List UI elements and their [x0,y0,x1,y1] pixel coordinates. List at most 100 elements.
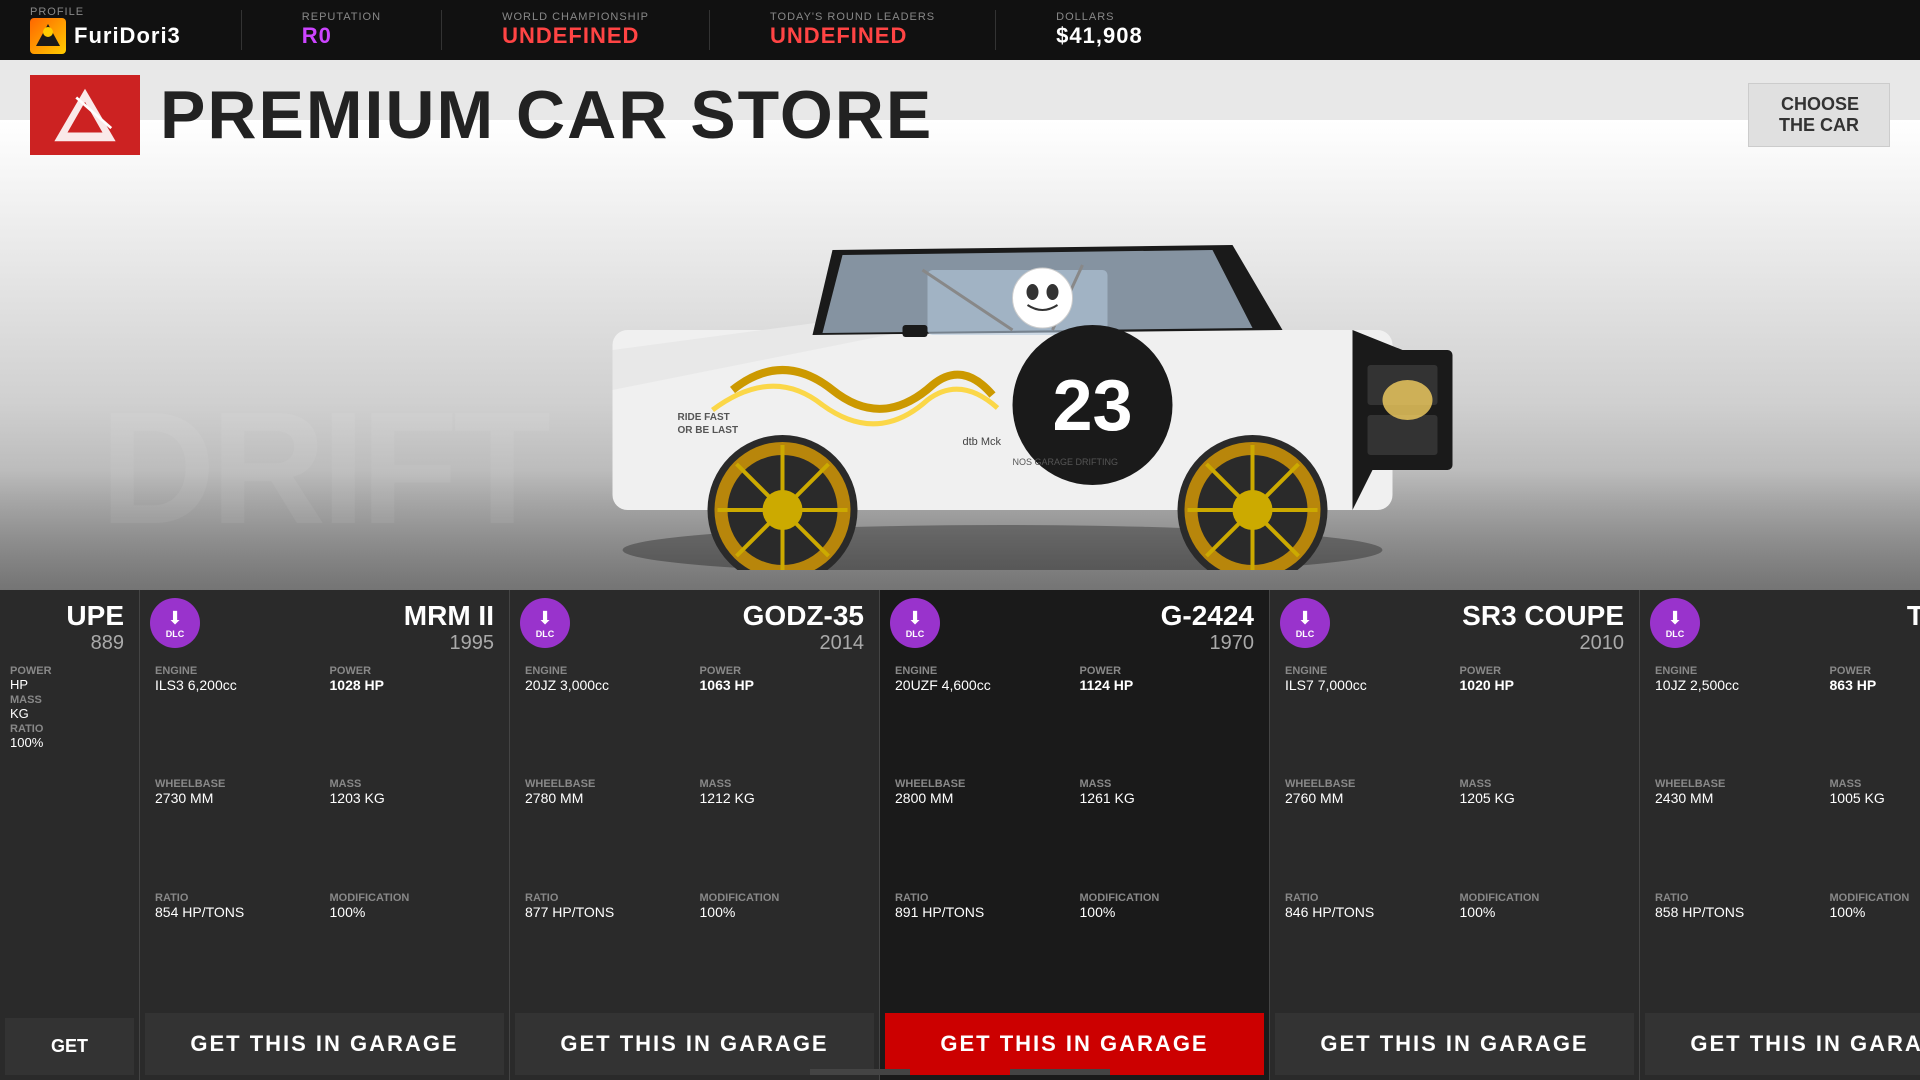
car-name-1: GODZ-35 [743,600,864,632]
partial-left-get-button[interactable]: GET [5,1018,134,1075]
car-year-0: 1995 [450,632,495,655]
engine-stat-1: ENGINE 20JZ 3,000cc [525,665,690,776]
main-area: PREMIUM CAR STORE CHOOSE THE CAR DRIFT [0,60,1920,1080]
store-header: PREMIUM CAR STORE CHOOSE THE CAR [30,75,1890,155]
car-name-0: MRM II [404,600,494,632]
mod-stat-3: MODIFICATION 100% [1460,892,1625,1003]
svg-text:23: 23 [1052,366,1132,446]
car-stats-1: ENGINE 20JZ 3,000cc POWER 1063 HP WHEELB… [510,660,879,1008]
scroll-indicator[interactable] [810,1069,1110,1075]
car-card-4[interactable]: ⬇ DLC TWX-7 1986 ENGINE 10JZ 2,500cc POW… [1640,590,1920,1080]
store-logo [30,75,140,155]
scroll-thumb [910,1069,1010,1075]
power-stat-3: POWER 1020 HP [1460,665,1625,776]
get-button-4[interactable]: GET THIS IN GARAGE [1645,1013,1920,1075]
car-card-1[interactable]: ⬇ DLC GODZ-35 2014 ENGINE 20JZ 3,000cc P… [510,590,880,1080]
dlc-badge-3: ⬇ DLC [1280,598,1330,648]
car-name-3: SR3 COUPE [1462,600,1624,632]
dlc-badge-0: ⬇ DLC [150,598,200,648]
reputation-value: R0 [302,23,332,49]
get-button-3[interactable]: GET THIS IN GARAGE [1275,1013,1634,1075]
partial-left-card: UPE 889 POWER HP MASS KG RATIO 100% GET [0,590,140,1080]
divider4 [995,10,996,50]
power-stat-4: POWER 863 HP [1830,665,1920,776]
profile-section: PROFILE FuriDori3 [30,6,181,54]
choose-line2: THE CAR [1779,115,1859,136]
choose-car-button[interactable]: CHOOSE THE CAR [1748,83,1890,147]
wheelbase-stat-2: WHEELBASE 2800 MM [895,778,1070,889]
mass-stat-1: MASS 1212 KG [700,778,865,889]
cars-strip: UPE 889 POWER HP MASS KG RATIO 100% GET [0,590,1920,1080]
car-stats-2: ENGINE 20UZF 4,600cc POWER 1124 HP WHEEL… [880,660,1269,1008]
mod-stat-0: MODIFICATION 100% [330,892,495,1003]
dollars-section: DOLLARS $41,908 [1056,11,1143,49]
championship-section: WORLD CHAMPIONSHIP UNDEFINED [502,11,649,49]
car-year-1: 2014 [820,632,865,655]
dollars-value: $41,908 [1056,23,1143,49]
car-stats-3: ENGINE ILS7 7,000cc POWER 1020 HP WHEELB… [1270,660,1639,1008]
ratio-stat-2: RATIO 891 HP/TONS [895,892,1070,1003]
mass-stat-2: MASS 1261 KG [1080,778,1255,889]
leaders-value: UNDEFINED [770,23,907,49]
car-display: DRIFT 23 [0,120,1920,590]
car-year-2: 1970 [1210,632,1255,655]
profile-label: PROFILE [30,6,84,18]
get-button-0[interactable]: GET THIS IN GARAGE [145,1013,504,1075]
dlc-badge-4: ⬇ DLC [1650,598,1700,648]
wheelbase-stat-1: WHEELBASE 2780 MM [525,778,690,889]
engine-stat-0: ENGINE ILS3 6,200cc [155,665,320,776]
dlc-badge-2: ⬇ DLC [890,598,940,648]
mass-stat-0: MASS 1203 KG [330,778,495,889]
divider2 [441,10,442,50]
engine-stat-3: ENGINE ILS7 7,000cc [1285,665,1450,776]
dlc-badge-1: ⬇ DLC [520,598,570,648]
mod-stat-1: MODIFICATION 100% [700,892,865,1003]
power-stat-1: POWER 1063 HP [700,665,865,776]
engine-stat-4: ENGINE 10JZ 2,500cc [1655,665,1820,776]
car-year-3: 2010 [1580,632,1625,655]
championship-value: UNDEFINED [502,23,639,49]
car-card-0[interactable]: ⬇ DLC MRM II 1995 ENGINE ILS3 6,200cc PO… [140,590,510,1080]
profile-value: FuriDori3 [74,23,181,49]
car-stats-4: ENGINE 10JZ 2,500cc POWER 863 HP WHEELBA… [1640,660,1920,1008]
leaders-label: TODAY'S ROUND LEADERS [770,11,935,23]
get-button-1[interactable]: GET THIS IN GARAGE [515,1013,874,1075]
championship-label: WORLD CHAMPIONSHIP [502,11,649,23]
partial-left-name: UPE [66,600,124,632]
wheelbase-stat-4: WHEELBASE 2430 MM [1655,778,1820,889]
choose-line1: CHOOSE [1779,94,1859,115]
ratio-stat-0: RATIO 854 HP/TONS [155,892,320,1003]
car-name-2: G-2424 [1161,600,1254,632]
reputation-section: REPUTATION R0 [302,11,381,49]
wheelbase-stat-3: WHEELBASE 2760 MM [1285,778,1450,889]
store-title: PREMIUM CAR STORE [160,76,933,154]
car-cards-container: ⬇ DLC MRM II 1995 ENGINE ILS3 6,200cc PO… [140,590,1920,1080]
car-name-4: TWX-7 [1907,600,1920,632]
get-button-2[interactable]: GET THIS IN GARAGE [885,1013,1264,1075]
ratio-stat-1: RATIO 877 HP/TONS [525,892,690,1003]
car-card-2[interactable]: ⬇ DLC G-2424 1970 ENGINE 20UZF 4,600cc P… [880,590,1270,1080]
car-card-3[interactable]: ⬇ DLC SR3 COUPE 2010 ENGINE ILS7 7,000cc… [1270,590,1640,1080]
mass-stat-3: MASS 1205 KG [1460,778,1625,889]
engine-stat-2: ENGINE 20UZF 4,600cc [895,665,1070,776]
partial-left-year: 889 [91,632,124,655]
wheelbase-stat-0: WHEELBASE 2730 MM [155,778,320,889]
mass-stat-4: MASS 1005 KG [1830,778,1920,889]
svg-text:RIDE FAST: RIDE FAST [678,412,730,423]
power-stat-2: POWER 1124 HP [1080,665,1255,776]
svg-text:dtb Mck: dtb Mck [963,436,1002,448]
leaders-section: TODAY'S ROUND LEADERS UNDEFINED [770,11,935,49]
divider3 [709,10,710,50]
mod-stat-4: MODIFICATION 100% [1830,892,1920,1003]
ratio-stat-3: RATIO 846 HP/TONS [1285,892,1450,1003]
divider [241,10,242,50]
svg-text:OR BE LAST: OR BE LAST [678,425,739,436]
mod-stat-2: MODIFICATION 100% [1080,892,1255,1003]
car-stats-0: ENGINE ILS3 6,200cc POWER 1028 HP WHEELB… [140,660,509,1008]
svg-text:NOS GARAGE DRIFTING: NOS GARAGE DRIFTING [1013,457,1119,467]
top-bar: PROFILE FuriDori3 REPUTATION R0 WORLD CH… [0,0,1920,60]
power-stat-0: POWER 1028 HP [330,665,495,776]
ratio-stat-4: RATIO 858 HP/TONS [1655,892,1820,1003]
profile-icon [30,18,66,54]
dollars-label: DOLLARS [1056,11,1114,23]
